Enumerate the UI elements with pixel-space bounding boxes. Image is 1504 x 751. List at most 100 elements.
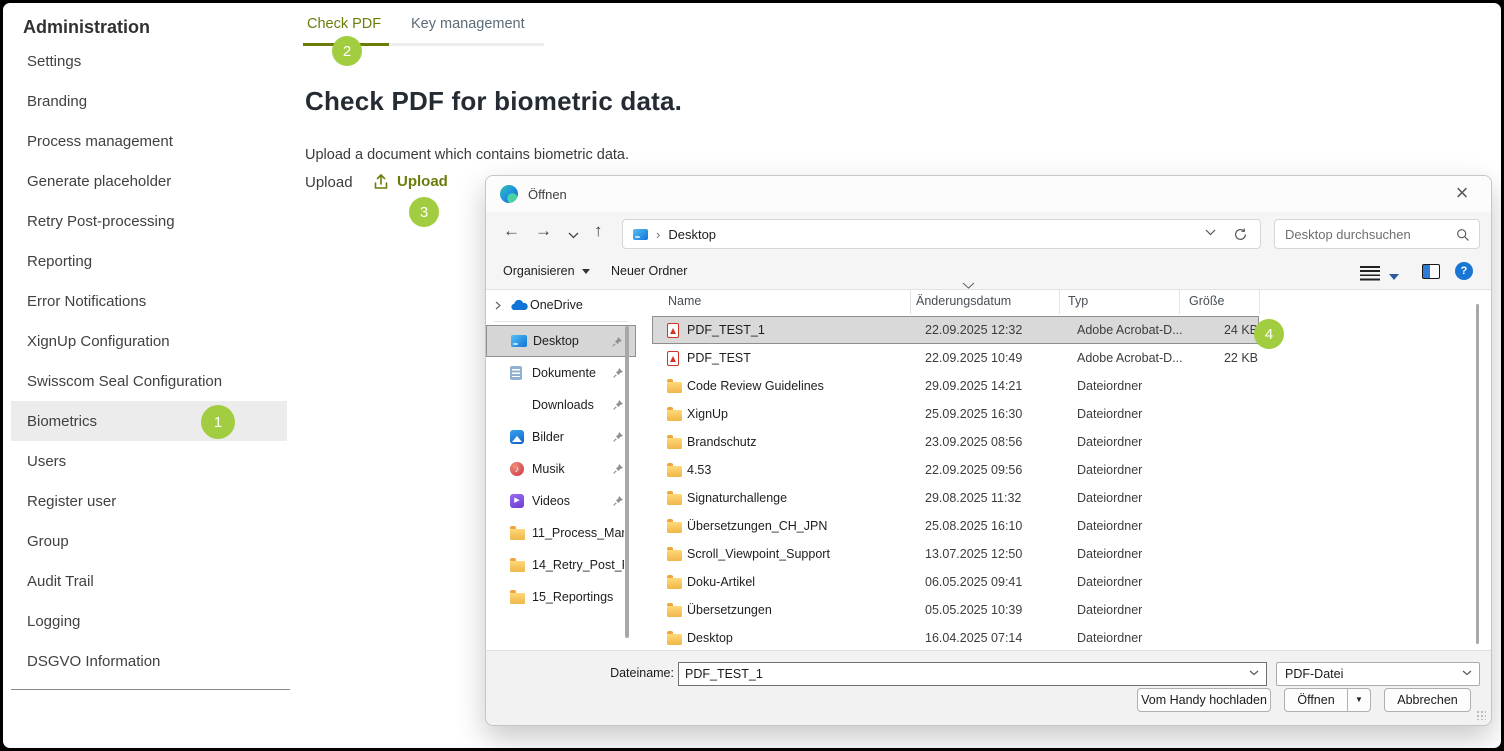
file-name: 4.53 [687, 463, 925, 477]
file-name: Übersetzungen_CH_JPN [687, 519, 925, 533]
dialog-body: OneDrive Desktop Dokumente Downloads Bil… [486, 290, 1491, 650]
preview-pane-button[interactable] [1422, 264, 1440, 279]
tab-key-management[interactable]: Key management [411, 16, 525, 32]
column-header-date[interactable]: Änderungsdatum [916, 294, 1011, 308]
column-header-name[interactable]: Name [668, 294, 701, 308]
file-row[interactable]: Übersetzungen_CH_JPN 25.08.2025 16:10 Da… [652, 512, 1259, 540]
pin-icon [613, 400, 623, 410]
upload-from-phone-button[interactable]: Vom Handy hochladen [1137, 688, 1271, 712]
sidebar-item[interactable]: Process management [11, 121, 287, 161]
back-button[interactable]: ← [503, 221, 520, 241]
sidebar-item[interactable]: XignUp Configuration [11, 321, 287, 361]
help-button[interactable] [1455, 262, 1473, 280]
filetype-select[interactable]: PDF-Datei [1276, 662, 1480, 686]
sidebar-item[interactable]: Branding [11, 81, 287, 121]
nav-pane-item[interactable]: 15_Reportings [486, 581, 636, 613]
nav-pane-item[interactable]: Videos [486, 485, 636, 517]
file-type: Dateiordner [1077, 435, 1198, 449]
sidebar-item-label: Logging [27, 613, 80, 630]
pin-icon [613, 432, 623, 442]
open-button-label[interactable]: Öffnen [1285, 689, 1347, 711]
close-button[interactable] [1449, 180, 1475, 206]
nav-pane-item[interactable]: Bilder [486, 421, 636, 453]
column-separator[interactable] [910, 290, 911, 314]
refresh-button[interactable] [1233, 227, 1248, 242]
file-row[interactable]: 4.53 22.09.2025 09:56 Dateiordner [652, 456, 1259, 484]
column-separator[interactable] [1179, 290, 1180, 314]
file-row[interactable]: Signaturchallenge 29.08.2025 11:32 Datei… [652, 484, 1259, 512]
folder-icon [667, 410, 682, 421]
forward-button[interactable]: → [535, 221, 552, 241]
file-type: Adobe Acrobat-D... [1077, 323, 1198, 337]
list-view-button[interactable] [1360, 266, 1380, 281]
organize-button[interactable]: Organisieren [503, 264, 590, 278]
sidebar-item[interactable]: Users [11, 441, 287, 481]
search-box [1274, 219, 1480, 249]
cancel-button[interactable]: Abbrechen [1384, 688, 1471, 712]
pin-icon [613, 368, 623, 378]
file-name: Signaturchallenge [687, 491, 925, 505]
open-dropdown-arrow[interactable] [1347, 689, 1370, 711]
column-separator[interactable] [1059, 290, 1060, 314]
file-row[interactable]: Code Review Guidelines 29.09.2025 14:21 … [652, 372, 1259, 400]
page-description: Upload a document which contains biometr… [305, 147, 629, 163]
file-date: 25.09.2025 16:30 [925, 407, 1077, 421]
file-date: 06.05.2025 09:41 [925, 575, 1077, 589]
column-header-size[interactable]: Größe [1189, 294, 1224, 308]
nav-pane-item[interactable]: Musik [486, 453, 636, 485]
address-bar[interactable]: Desktop [622, 219, 1261, 249]
nav-pane-item[interactable]: Downloads [486, 389, 636, 421]
chevron-down-icon[interactable] [1249, 670, 1259, 676]
file-row[interactable]: Brandschutz 23.09.2025 08:56 Dateiordner [652, 428, 1259, 456]
nav-pane-item[interactable]: 11_Process_Mar [486, 517, 636, 549]
column-header-type[interactable]: Typ [1068, 294, 1088, 308]
history-dropdown-button[interactable] [568, 232, 579, 239]
file-list-scrollbar[interactable] [1476, 304, 1479, 644]
column-separator[interactable] [1259, 290, 1260, 314]
sidebar-item[interactable]: Audit Trail [11, 561, 287, 601]
nav-pane-item[interactable]: Dokumente [486, 357, 636, 389]
breadcrumb[interactable]: Desktop [668, 227, 716, 242]
file-row[interactable]: XignUp 25.09.2025 16:30 Dateiordner [652, 400, 1259, 428]
sidebar-item[interactable]: Generate placeholder [11, 161, 287, 201]
file-date: 29.09.2025 14:21 [925, 379, 1077, 393]
folder-icon [510, 561, 525, 572]
expand-chevron-icon[interactable] [495, 301, 501, 310]
nav-pane-item-onedrive[interactable]: OneDrive [486, 292, 636, 318]
up-button[interactable]: ↑ [594, 221, 603, 241]
sidebar-item[interactable]: Settings [11, 41, 287, 81]
filename-input[interactable] [685, 664, 1225, 684]
address-dropdown-button[interactable] [1205, 229, 1216, 236]
file-row[interactable]: PDF_TEST_1 22.09.2025 12:32 Adobe Acroba… [652, 316, 1259, 344]
nav-pane-item[interactable]: 14_Retry_Post_P [486, 549, 636, 581]
nav-pane-label: Musik [532, 462, 565, 476]
sidebar-item[interactable]: Register user [11, 481, 287, 521]
sidebar-item[interactable]: Group [11, 521, 287, 561]
tab-check-pdf[interactable]: Check PDF [307, 16, 411, 32]
file-row[interactable]: Doku-Artikel 06.05.2025 09:41 Dateiordne… [652, 568, 1259, 596]
sidebar-item[interactable]: Error Notifications [11, 281, 287, 321]
file-row[interactable]: Übersetzungen 05.05.2025 10:39 Dateiordn… [652, 596, 1259, 624]
resize-grip[interactable] [1476, 710, 1486, 720]
file-type: Dateiordner [1077, 463, 1198, 477]
view-options-dropdown[interactable] [1389, 268, 1399, 283]
sidebar-item[interactable]: Reporting [11, 241, 287, 281]
pdf-icon [667, 323, 679, 338]
upload-button-label: Upload [397, 173, 448, 190]
upload-button[interactable]: Upload [371, 172, 448, 191]
open-split-button[interactable]: Öffnen [1284, 688, 1371, 712]
sidebar-item[interactable]: Logging [11, 601, 287, 641]
file-row[interactable]: Scroll_Viewpoint_Support 13.07.2025 12:5… [652, 540, 1259, 568]
chevron-down-icon [582, 269, 590, 274]
music-icon [510, 462, 524, 476]
sidebar-item[interactable]: DSGVO Information [11, 641, 287, 681]
sidebar-item[interactable]: Biometrics [11, 401, 287, 441]
nav-pane-item[interactable]: Desktop [486, 325, 636, 357]
nav-pane-scrollbar[interactable] [625, 326, 629, 638]
new-folder-button[interactable]: Neuer Ordner [611, 264, 687, 278]
search-input[interactable] [1285, 221, 1455, 247]
sidebar-item[interactable]: Retry Post-processing [11, 201, 287, 241]
file-row[interactable]: PDF_TEST 22.09.2025 10:49 Adobe Acrobat-… [652, 344, 1259, 372]
sidebar-item[interactable]: Swisscom Seal Configuration [11, 361, 287, 401]
file-row[interactable]: Desktop 16.04.2025 07:14 Dateiordner [652, 624, 1259, 652]
